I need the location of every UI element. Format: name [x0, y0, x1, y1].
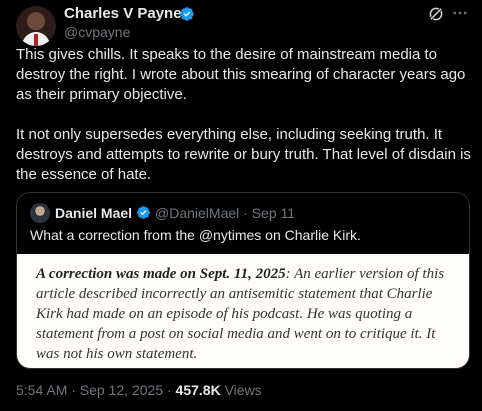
author-avatar[interactable]	[16, 6, 56, 46]
tweet-timestamp[interactable]: 5:54 AM · Sep 12, 2025 ·	[16, 382, 176, 398]
author-handle[interactable]: @cvpayne	[64, 24, 130, 40]
tweet-paragraph: This gives chills. It speaks to the desi…	[16, 46, 466, 103]
verified-badge-icon	[180, 7, 194, 21]
quote-text: What a correction from the @nytimes on C…	[30, 227, 361, 243]
tweet-text: This gives chills. It speaks to the desi…	[16, 45, 471, 185]
author-name[interactable]: Charles V Payne	[64, 5, 182, 22]
quoted-tweet[interactable]: Daniel Mael @DanielMael · Sep 11 What a …	[16, 192, 470, 369]
quote-author-name: Daniel Mael	[55, 205, 133, 221]
quote-date: · Sep 11	[243, 205, 296, 221]
grok-icon[interactable]	[427, 5, 445, 23]
quote-meta: @DanielMael · Sep 11	[155, 205, 295, 221]
correction-lead: A correction was made on Sept. 11, 2025	[36, 266, 286, 282]
tweet-footer: 5:54 AM · Sep 12, 2025 · 457.8K Views	[16, 382, 262, 398]
views-label: Views	[224, 382, 262, 398]
correction-text: A correction was made on Sept. 11, 2025:…	[36, 264, 456, 364]
quote-avatar	[30, 203, 50, 223]
quote-image[interactable]: A correction was made on Sept. 11, 2025:…	[17, 254, 469, 368]
verified-badge-icon	[137, 206, 150, 219]
more-icon[interactable]	[451, 4, 469, 22]
views-count: 457.8K	[175, 382, 221, 398]
tweet-paragraph: It not only supersedes everything else, …	[16, 126, 471, 183]
quote-author-handle: @DanielMael	[155, 205, 240, 221]
